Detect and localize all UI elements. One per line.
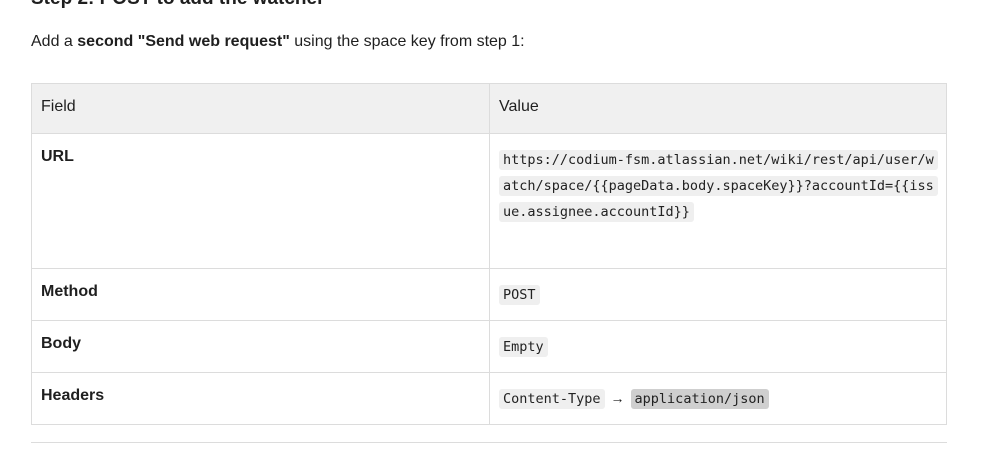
section-heading: Step 2: POST to add the watcher (31, 0, 325, 10)
field-url-value-cell: https://codium-fsm.atlassian.net/wiki/re… (489, 133, 947, 269)
intro-suffix: using the space key from step 1: (289, 33, 525, 50)
table-row: Headers Content-Type → application/json (31, 372, 947, 425)
field-method-label: Method (31, 268, 490, 321)
field-headers-value-cell: Content-Type → application/json (489, 372, 947, 425)
field-body-label: Body (31, 320, 490, 373)
header-value-code: application/json (630, 389, 769, 409)
table-row: URL https://codium-fsm.atlassian.net/wik… (31, 133, 947, 269)
table-row: Body Empty (31, 320, 947, 373)
intro-bold: second "Send web request" (77, 33, 290, 50)
table-row: Method POST (31, 268, 947, 321)
arrow-icon: → (610, 390, 625, 406)
field-method-value-cell: POST (489, 268, 947, 321)
method-code: POST (499, 285, 540, 305)
intro-prefix: Add a (31, 33, 78, 50)
intro-paragraph: Add a second "Send web request" using th… (31, 33, 525, 51)
field-url-label: URL (31, 133, 490, 269)
header-value: Value (489, 83, 947, 134)
url-code: https://codium-fsm.atlassian.net/wiki/re… (499, 150, 938, 222)
header-field: Field (31, 83, 490, 134)
field-headers-label: Headers (31, 372, 490, 425)
document-page: Step 2: POST to add the watcher Add a se… (0, 0, 999, 465)
body-code: Empty (499, 337, 548, 357)
header-name-code: Content-Type (499, 389, 605, 409)
table-header-row: Field Value (31, 83, 947, 134)
field-body-value-cell: Empty (489, 320, 947, 373)
request-fields-table: Field Value URL https://codium-fsm.atlas… (31, 83, 947, 425)
section-divider (31, 442, 947, 443)
